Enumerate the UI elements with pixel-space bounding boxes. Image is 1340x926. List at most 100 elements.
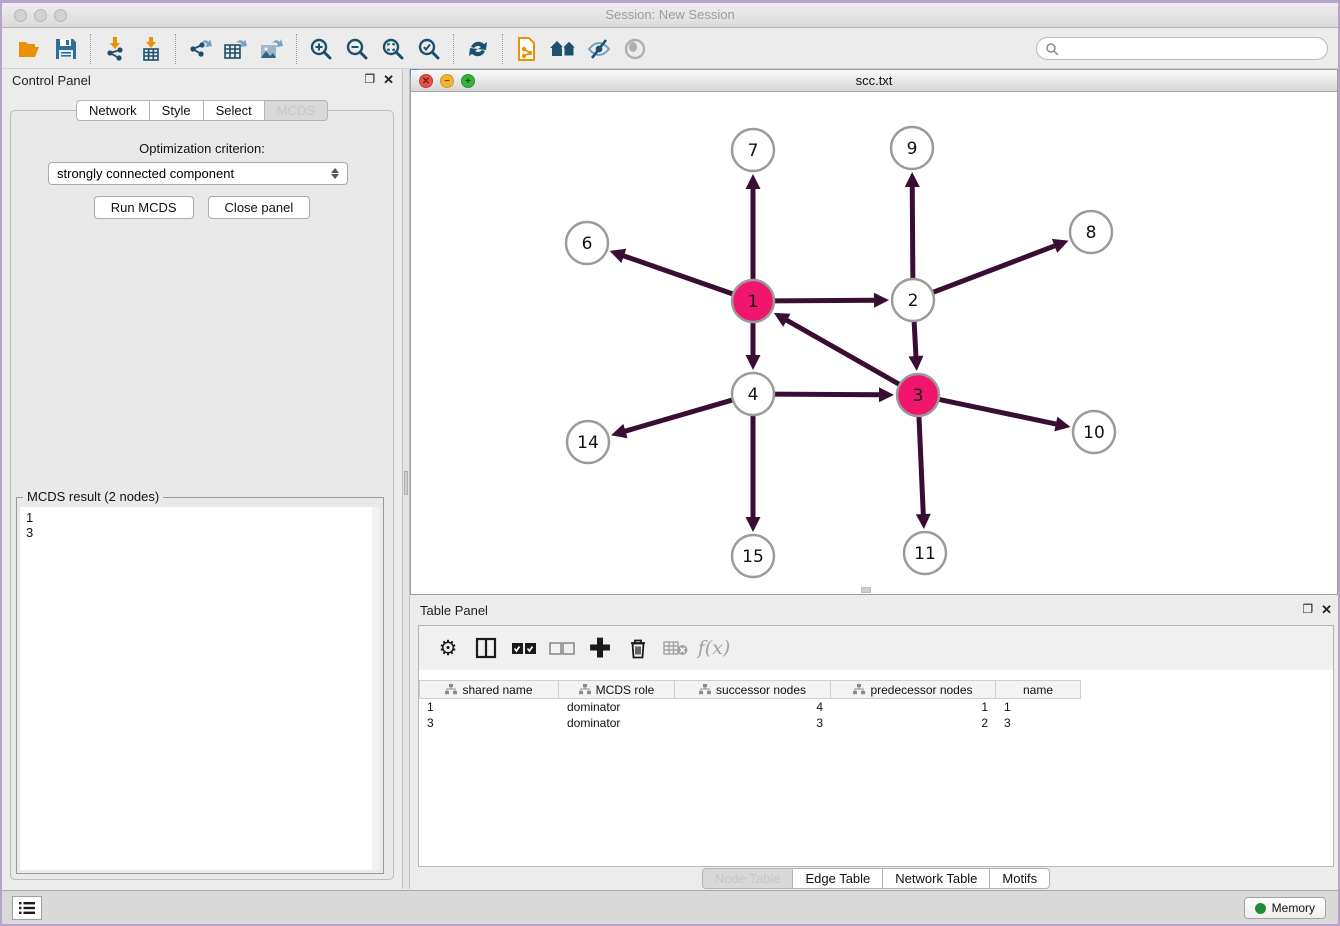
graph-node-14[interactable]: 14	[567, 421, 609, 463]
save-session-icon[interactable]	[48, 33, 84, 65]
home-icon[interactable]	[545, 33, 581, 65]
tab-network-table[interactable]: Network Table	[882, 868, 989, 889]
graph-node-3[interactable]: 3	[897, 374, 939, 416]
duplicate-network-icon[interactable]	[509, 33, 545, 65]
select-all-checkboxes-icon[interactable]	[507, 632, 541, 664]
show-graphics-details-icon[interactable]	[617, 33, 653, 65]
create-column-icon[interactable]: ✚	[583, 632, 617, 664]
search-box[interactable]	[1036, 37, 1328, 60]
tab-network[interactable]: Network	[76, 100, 149, 121]
table-options-icon[interactable]: ⚙	[431, 632, 465, 664]
open-file-icon[interactable]	[12, 33, 48, 65]
table-row[interactable]: 3dominator323	[419, 715, 1333, 731]
graph-edge-3-1[interactable]	[774, 313, 902, 386]
tab-style[interactable]: Style	[149, 100, 203, 121]
svg-text:14: 14	[577, 433, 599, 453]
run-mcds-button[interactable]: Run MCDS	[94, 196, 194, 219]
table-row[interactable]: 1dominator411	[419, 699, 1333, 715]
graph-edge-1-7[interactable]	[746, 174, 761, 282]
result-scrollbar[interactable]	[372, 507, 380, 870]
graph-edge-4-3[interactable]	[772, 387, 894, 402]
close-panel-button[interactable]: Close panel	[208, 196, 311, 219]
graph-edge-3-10[interactable]	[937, 399, 1071, 431]
export-network-icon[interactable]	[182, 33, 218, 65]
network-hscroll-thumb[interactable]	[861, 587, 871, 593]
optimization-criterion-select[interactable]: strongly connected component	[48, 162, 348, 185]
delete-column-icon[interactable]	[621, 632, 655, 664]
column-header-MCDS-role[interactable]: MCDS role	[559, 680, 675, 699]
table-cell[interactable]: 2	[831, 715, 996, 731]
import-table-icon[interactable]	[133, 33, 169, 65]
graph-node-4[interactable]: 4	[732, 373, 774, 415]
graph-node-1[interactable]: 1	[732, 280, 774, 322]
mcds-result-text[interactable]: 1 3	[20, 507, 380, 870]
import-network-icon[interactable]	[97, 33, 133, 65]
tab-motifs[interactable]: Motifs	[989, 868, 1050, 889]
zoom-selected-icon[interactable]	[411, 33, 447, 65]
export-table-icon[interactable]	[218, 33, 254, 65]
graph-node-15[interactable]: 15	[732, 535, 774, 577]
memory-button[interactable]: Memory	[1244, 897, 1326, 919]
column-label: successor nodes	[716, 683, 806, 697]
tab-mcds[interactable]: MCDS	[264, 100, 328, 121]
close-table-panel-icon[interactable]: ✕	[1321, 602, 1332, 618]
mcds-result-title: MCDS result (2 nodes)	[23, 489, 163, 504]
hide-graphics-details-icon[interactable]	[581, 33, 617, 65]
graph-edge-2-3[interactable]	[908, 319, 923, 371]
mcds-result-group: MCDS result (2 nodes) 1 3	[16, 497, 384, 874]
graph-node-8[interactable]: 8	[1070, 211, 1112, 253]
column-header-shared-name[interactable]: shared name	[419, 680, 559, 699]
table-cell[interactable]: 3	[675, 715, 831, 731]
selected-option: strongly connected component	[57, 166, 331, 181]
graph-node-10[interactable]: 10	[1073, 411, 1115, 453]
delete-table-icon[interactable]	[659, 632, 693, 664]
column-header-predecessor-nodes[interactable]: predecessor nodes	[831, 680, 996, 699]
search-input[interactable]	[1059, 42, 1327, 56]
tab-node-table[interactable]: Node Table	[702, 868, 793, 889]
panel-splitter[interactable]	[402, 69, 410, 889]
tab-edge-table[interactable]: Edge Table	[792, 868, 882, 889]
zoom-out-icon[interactable]	[339, 33, 375, 65]
tab-select[interactable]: Select	[203, 100, 264, 121]
function-builder-icon[interactable]: f(x)	[697, 632, 731, 664]
float-panel-icon[interactable]: ❐	[364, 72, 375, 88]
toolbar-separator	[502, 34, 503, 64]
apply-layout-icon[interactable]	[460, 33, 496, 65]
graph-edge-4-15[interactable]	[746, 413, 761, 532]
graph-edge-3-11[interactable]	[916, 414, 931, 529]
graph-edge-4-14[interactable]	[611, 399, 735, 438]
graph-edge-1-6[interactable]	[610, 249, 735, 295]
zoom-fit-icon[interactable]	[375, 33, 411, 65]
graph-node-2[interactable]: 2	[892, 279, 934, 321]
column-header-successor-nodes[interactable]: successor nodes	[675, 680, 831, 699]
network-canvas[interactable]: 7 9 6 8 1 2 4 3 14 10 15 11	[411, 92, 1337, 594]
network-graph[interactable]: 7 9 6 8 1 2 4 3 14 10 15 11	[411, 92, 1337, 595]
splitter-grip[interactable]	[404, 471, 408, 495]
table-cell[interactable]: 3	[419, 715, 559, 731]
table-cell[interactable]: 4	[675, 699, 831, 715]
graph-node-11[interactable]: 11	[904, 532, 946, 574]
deselect-all-checkboxes-icon[interactable]	[545, 632, 579, 664]
column-header-name[interactable]: name	[996, 680, 1081, 699]
table-cell[interactable]: 1	[996, 699, 1081, 715]
control-panel: Control Panel ❐ ✕ Network Style Select M…	[2, 69, 402, 889]
graph-edge-1-4[interactable]	[746, 320, 761, 370]
export-image-icon[interactable]	[254, 33, 290, 65]
show-column-icon[interactable]	[469, 632, 503, 664]
task-history-button[interactable]	[12, 896, 42, 920]
float-table-panel-icon[interactable]: ❐	[1302, 602, 1313, 618]
graph-edge-2-8[interactable]	[931, 239, 1069, 293]
graph-node-6[interactable]: 6	[566, 222, 608, 264]
table-cell[interactable]: 3	[996, 715, 1081, 731]
graph-node-9[interactable]: 9	[891, 127, 933, 169]
table-cell[interactable]: 1	[419, 699, 559, 715]
zoom-in-icon[interactable]	[303, 33, 339, 65]
table-cell[interactable]: 1	[831, 699, 996, 715]
graph-edge-1-2[interactable]	[772, 293, 889, 308]
close-panel-icon[interactable]: ✕	[383, 72, 394, 88]
graph-node-7[interactable]: 7	[732, 129, 774, 171]
graph-edge-2-9[interactable]	[905, 172, 920, 281]
table-cell[interactable]: dominator	[559, 699, 675, 715]
network-window-titlebar[interactable]: ✕ − + scc.txt	[411, 70, 1337, 92]
table-cell[interactable]: dominator	[559, 715, 675, 731]
